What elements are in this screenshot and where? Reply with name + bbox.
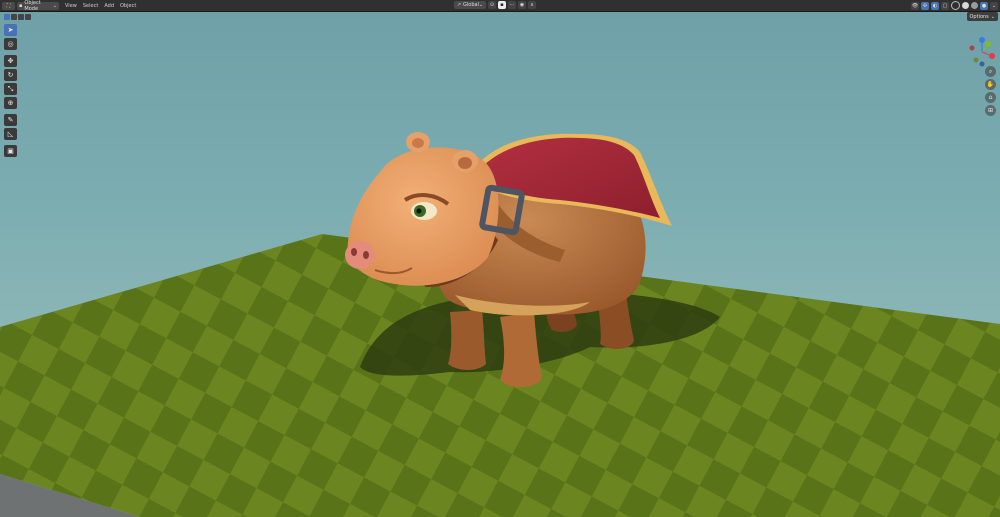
subtract-selection-icon[interactable] [18,14,24,20]
selection-mode-group [3,14,31,20]
pivot-icon[interactable]: ⊙ [488,1,496,9]
select-arrow-icon: ➤ [7,25,14,34]
shading-wireframe-icon[interactable] [951,1,960,10]
options-dropdown[interactable]: Options ⌄ [966,12,998,21]
gizmo-z-axis [979,37,985,43]
gizmo-neg-y [973,57,979,63]
navigation-gizmo[interactable] [966,36,998,68]
scale-tool[interactable]: ⤡ [4,83,17,95]
scene-render [0,132,1000,517]
navigation-buttons: ⌕ ✋ ⌂ ⊞ [985,66,996,118]
3d-viewport[interactable]: ➤ ◎ ✥ ↻ ⤡ ⊕ ✎ ◺ ▣ Options ⌄ ⌕ ✋ ⌂ ⊞ [0,12,1000,517]
menu-select[interactable]: Select [83,3,98,9]
transform-tool[interactable]: ⊕ [4,97,17,109]
gizmo-neg-z [979,61,985,67]
mode-label: Object Mode [24,0,41,12]
gizmo-x-axis [989,53,995,59]
chevron-down-icon: ⌄ [478,2,484,8]
viewport-header: ⛶ ▪ Object Mode ⌄ View Select Add Object… [0,0,1000,12]
move-tool[interactable]: ✥ [4,55,17,67]
visibility-icon[interactable]: 👁 [911,1,919,10]
cube-icon: ▣ [7,146,14,155]
ruler-icon: ◺ [7,129,14,138]
select-box-tool[interactable]: ➤ [4,24,17,36]
editor-type-button[interactable]: ⛶ [2,1,15,10]
rotate-tool[interactable]: ↻ [4,69,17,81]
cursor-icon: ◎ [7,39,14,48]
hand-pan-icon[interactable]: ✋ [985,79,996,90]
proportional-edit-icon[interactable]: ◉ [518,1,526,9]
ear-right-inner [458,157,472,169]
invert-selection-icon[interactable] [25,14,31,20]
ear-left-inner [412,138,424,148]
falloff-icon[interactable]: ∧ [528,1,536,9]
overlay-toggle-icon[interactable]: ◐ [931,1,939,10]
move-icon: ✥ [7,56,14,65]
eye-pupil [416,208,422,214]
shading-material-icon[interactable] [971,2,978,9]
transform-icon: ⊕ [7,98,14,107]
header-center-tools: ↗ Global ⌄ ⊙ ▪ ⋯ ◉ ∧ [452,1,536,9]
chevron-down-icon: ⌄ [52,2,57,9]
chevron-down-icon: ⌄ [990,13,995,20]
measure-tool[interactable]: ◺ [4,128,17,140]
extend-selection-icon[interactable] [11,14,17,20]
snap-toggle[interactable]: ▪ [498,1,506,9]
gizmo-neg-x [969,45,975,51]
cursor-tool[interactable]: ◎ [4,38,17,50]
menu-add[interactable]: Add [104,3,114,9]
add-cube-tool[interactable]: ▣ [4,145,17,157]
transform-orientation-dropdown[interactable]: ↗ Global ⌄ [454,1,486,9]
nose [345,241,375,269]
shading-options-icon[interactable]: ⌄ [990,1,998,10]
scale-icon: ⤡ [7,84,14,93]
grid-ortho-icon[interactable]: ⊞ [985,105,996,116]
orientation-icon: ↗ [456,2,462,8]
tool-shelf: ➤ ◎ ✥ ↻ ⤡ ⊕ ✎ ◺ ▣ [4,24,18,159]
header-right-tools: 👁 ✣ ◐ ▢ ● ⌄ [909,1,998,10]
new-selection-icon[interactable] [4,14,10,20]
shading-rendered-icon[interactable]: ● [980,1,988,10]
view3d-icon: ⛶ [6,2,11,9]
object-mode-icon: ▪ [19,2,23,9]
orientation-label: Global [463,2,479,8]
nostril-left [351,248,357,256]
nostril-right [363,251,369,259]
menu-object[interactable]: Object [120,3,136,9]
gizmo-toggle-icon[interactable]: ✣ [921,1,929,10]
gizmo-y-axis [985,41,991,47]
magnet-icon[interactable]: ⋯ [508,1,516,9]
leg-front-left [448,310,486,370]
shading-solid-icon[interactable] [962,2,969,9]
zoom-icon[interactable]: ⌕ [985,66,996,77]
xray-icon[interactable]: ▢ [941,1,949,10]
mode-dropdown[interactable]: ▪ Object Mode ⌄ [17,0,59,12]
camera-icon[interactable]: ⌂ [985,92,996,103]
menu-view[interactable]: View [65,3,77,9]
rotate-icon: ↻ [7,70,14,79]
options-label: Options [969,13,989,20]
annotate-tool[interactable]: ✎ [4,114,17,126]
pencil-icon: ✎ [7,115,14,124]
